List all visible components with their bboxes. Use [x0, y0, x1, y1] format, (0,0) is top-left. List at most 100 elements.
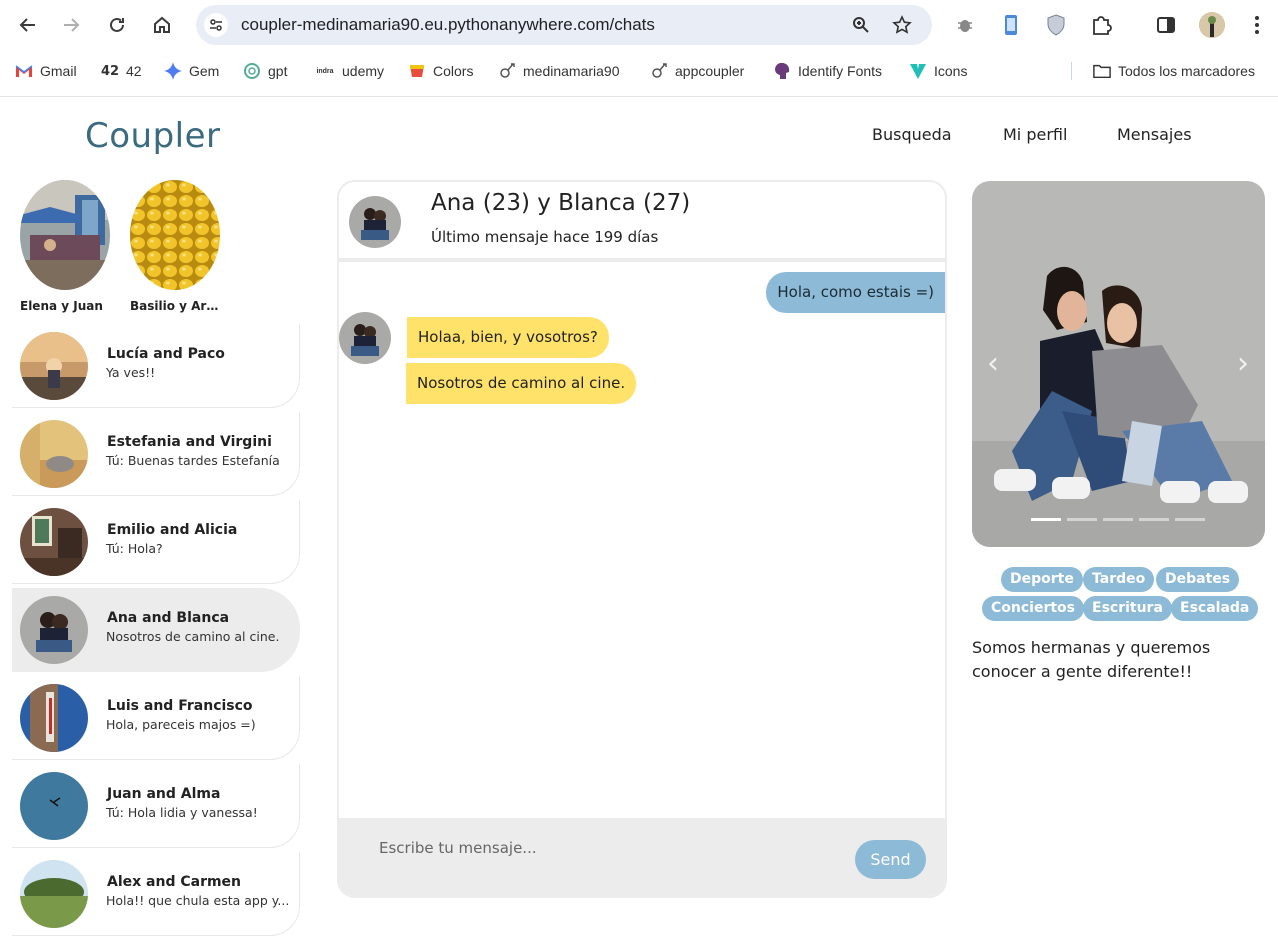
chat-avatar: [20, 860, 88, 928]
phone-extension-icon[interactable]: [998, 12, 1024, 38]
new-match-photo[interactable]: [20, 180, 110, 290]
nav-busqueda[interactable]: Busqueda: [872, 125, 952, 144]
back-icon[interactable]: [13, 10, 43, 40]
site-info-icon[interactable]: [204, 13, 228, 37]
message-outgoing: Hola, como estais =): [766, 272, 945, 313]
nav-mi-perfil[interactable]: Mi perfil: [1003, 125, 1067, 144]
profile-photo-carousel[interactable]: ‹ ›: [972, 181, 1265, 547]
chat-last-message: Tú: Hola lidia y vanessa!: [106, 805, 258, 820]
chat-list-item[interactable]: Emilio and Alicia Tú: Hola?: [12, 500, 300, 584]
bookmarks-bar: Gmail 42 42 Gem gpt indra udemy Colors m…: [0, 56, 1278, 86]
chat-name: Alex and Carmen: [107, 874, 242, 890]
carousel-prev-icon[interactable]: ‹: [981, 347, 1005, 381]
chatgpt-icon: [243, 62, 261, 80]
chat-list-item[interactable]: Juan and Alma Tú: Hola lidia y vanessa!: [12, 764, 300, 848]
ring-icon: [498, 62, 516, 80]
forward-icon[interactable]: [56, 10, 86, 40]
ring-icon: [650, 62, 668, 80]
chat-name: Estefania and Virgini: [107, 434, 272, 450]
carousel-dot[interactable]: [1103, 518, 1133, 521]
chat-avatar: [20, 420, 88, 488]
chat-avatar: [20, 684, 88, 752]
message-composer: Send: [339, 818, 945, 896]
chat-last-message: Ya ves!!: [106, 365, 156, 380]
bug-extension-icon[interactable]: [952, 12, 978, 38]
carousel-dot-active[interactable]: [1031, 518, 1061, 521]
new-match-name: Basilio y Artu...: [130, 299, 222, 313]
browser-chrome: coupler-medinamaria90.eu.pythonanywhere.…: [0, 0, 1278, 97]
side-panel-icon[interactable]: [1153, 12, 1179, 38]
chat-last-message: Nosotros de camino al cine.: [106, 629, 280, 644]
new-match-photo[interactable]: [130, 180, 220, 290]
indra-icon: indra: [316, 67, 334, 75]
interest-tag: Debates: [1156, 567, 1240, 592]
zoom-icon[interactable]: [850, 14, 872, 36]
chat-last-message: Tú: Buenas tardes Estefanía: [106, 453, 280, 468]
bookmark-colors[interactable]: Colors: [408, 60, 473, 82]
message-input[interactable]: [379, 834, 839, 862]
bookmark-42[interactable]: 42 42: [101, 60, 142, 82]
chat-last-message: Hola!! que chula esta app y...: [106, 893, 290, 908]
carousel-dot[interactable]: [1067, 518, 1097, 521]
icons-v-icon: [909, 62, 927, 80]
chat-avatar: [20, 508, 88, 576]
conversation-avatar[interactable]: [349, 196, 401, 248]
carousel-dot[interactable]: [1175, 518, 1205, 521]
app-logo[interactable]: Coupler: [85, 116, 221, 156]
profile-avatar-icon[interactable]: [1199, 12, 1225, 38]
message-incoming: Nosotros de camino al cine.: [406, 363, 637, 404]
browser-toolbar: coupler-medinamaria90.eu.pythonanywhere.…: [0, 0, 1278, 50]
bookmark-gmail[interactable]: Gmail: [15, 60, 77, 82]
chat-list-item[interactable]: Luis and Francisco Hola, pareceis majos …: [12, 676, 300, 760]
chat-header: Ana (23) y Blanca (27) Último mensaje ha…: [339, 182, 945, 262]
nav-mensajes[interactable]: Mensajes: [1117, 125, 1192, 144]
interest-tag: Escalada: [1171, 596, 1259, 621]
chat-list-item[interactable]: Estefania and Virgini Tú: Buenas tardes …: [12, 412, 300, 496]
bookmark-icons[interactable]: Icons: [909, 60, 967, 82]
bookmark-udemy[interactable]: indra udemy: [315, 60, 384, 82]
chat-avatar: [20, 772, 88, 840]
url-text[interactable]: coupler-medinamaria90.eu.pythonanywhere.…: [241, 15, 655, 35]
bookmark-gpt[interactable]: gpt: [243, 60, 287, 82]
chat-name: Ana and Blanca: [107, 610, 230, 626]
reload-icon[interactable]: [102, 10, 132, 40]
gemini-sparkle-icon: [164, 62, 182, 80]
colors-icon: [408, 62, 426, 80]
bookmarks-divider: [1071, 62, 1072, 80]
chat-avatar: [20, 596, 88, 664]
chat-list-item[interactable]: Lucía and Paco Ya ves!!: [12, 324, 300, 408]
font-head-icon: [773, 62, 791, 80]
puzzle-extensions-icon[interactable]: [1088, 12, 1114, 38]
bookmark-gem[interactable]: Gem: [164, 60, 219, 82]
message-sender-avatar: [339, 312, 391, 364]
chat-panel: Ana (23) y Blanca (27) Último mensaje ha…: [337, 180, 947, 898]
new-match-card[interactable]: Basilio y Artu...: [130, 180, 222, 313]
home-icon[interactable]: [147, 10, 177, 40]
chat-name: Luis and Francisco: [107, 698, 253, 714]
bookmark-identify-fonts[interactable]: Identify Fonts: [773, 60, 882, 82]
bookmark-appcoupler[interactable]: appcoupler: [650, 60, 744, 82]
bookmark-medinamaria90[interactable]: medinamaria90: [498, 60, 620, 82]
shield-extension-icon[interactable]: [1043, 12, 1069, 38]
chat-last-message: Tú: Hola?: [106, 541, 163, 556]
message-incoming: Holaa, bien, y vosotros?: [407, 317, 609, 358]
carousel-next-icon[interactable]: ›: [1231, 347, 1255, 381]
chat-name: Lucía and Paco: [107, 346, 225, 362]
profile-bio: Somos hermanas y queremos conocer a gent…: [972, 638, 1211, 681]
carousel-dot[interactable]: [1139, 518, 1169, 521]
new-match-card[interactable]: Elena y Juan: [20, 180, 112, 313]
address-bar[interactable]: coupler-medinamaria90.eu.pythonanywhere.…: [196, 5, 932, 45]
bookmark-star-icon[interactable]: [891, 14, 913, 36]
fortytwo-icon: 42: [100, 63, 120, 79]
conversation-last-seen: Último mensaje hace 199 días: [431, 228, 659, 246]
send-button[interactable]: Send: [855, 840, 926, 879]
interest-tag: Escritura: [1083, 596, 1172, 621]
chat-list-item-active[interactable]: Ana and Blanca Nosotros de camino al cin…: [12, 588, 300, 672]
gmail-icon: [15, 62, 33, 80]
bookmark-all-folder[interactable]: Todos los marcadores: [1093, 60, 1255, 82]
carousel-indicators: [1031, 518, 1205, 521]
chat-avatar: [20, 332, 88, 400]
chat-list-item[interactable]: Alex and Carmen Hola!! que chula esta ap…: [12, 852, 300, 936]
menu-dots-icon[interactable]: [1244, 12, 1270, 38]
chat-last-message: Hola, pareceis majos =): [106, 717, 256, 732]
